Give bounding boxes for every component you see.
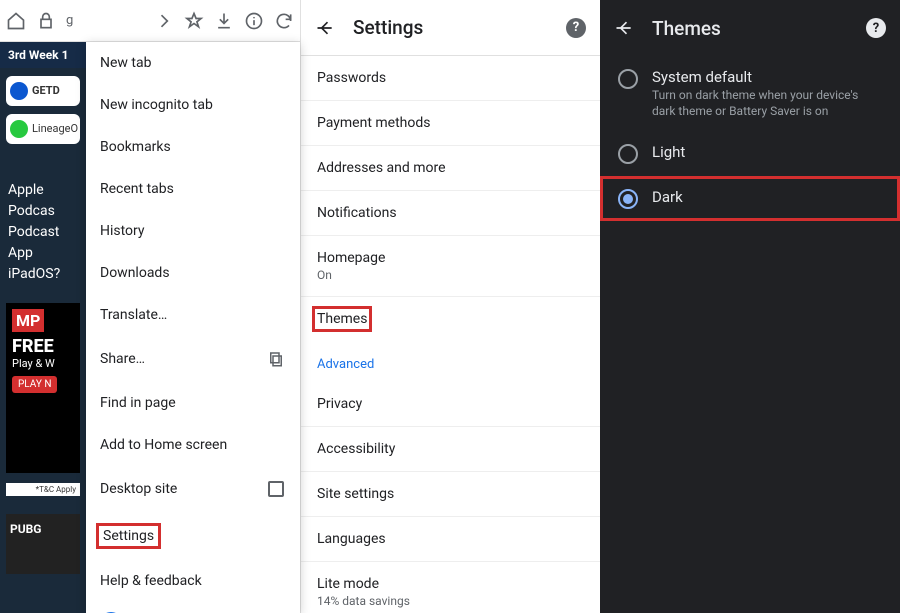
help-icon[interactable]: ? [866, 18, 886, 38]
browser-panel: g 3rd Week 1 GETD LineageO Apple Podcas … [0, 0, 300, 613]
banner-week: 3rd Week 1 [0, 42, 86, 68]
theme-dark[interactable]: Dark [600, 176, 900, 221]
settings-notifications[interactable]: Notifications [301, 191, 600, 236]
settings-header: Settings ? [301, 0, 600, 56]
highlight-themes: Themes [317, 311, 367, 327]
menu-recent-tabs[interactable]: Recent tabs [86, 168, 300, 210]
radio-unselected[interactable] [618, 144, 638, 164]
settings-passwords[interactable]: Passwords [301, 56, 600, 101]
reload-icon[interactable] [274, 11, 294, 31]
star-icon[interactable] [184, 11, 204, 31]
menu-downloads[interactable]: Downloads [86, 252, 300, 294]
settings-themes[interactable]: Themes [301, 297, 600, 341]
forward-icon[interactable] [154, 11, 174, 31]
menu-settings[interactable]: Settings [86, 512, 300, 560]
menu-help[interactable]: Help & feedback [86, 560, 300, 602]
settings-lite-mode[interactable]: Lite mode14% data savings [301, 562, 600, 613]
info-icon[interactable] [244, 11, 264, 31]
theme-system-default[interactable]: System default Turn on dark theme when y… [600, 56, 900, 131]
settings-languages[interactable]: Languages [301, 517, 600, 562]
menu-data-saved[interactable]: 352 MB saved since May 30 [86, 602, 300, 613]
settings-advanced-header: Advanced [301, 341, 600, 382]
menu-incognito[interactable]: New incognito tab [86, 84, 300, 126]
settings-payment[interactable]: Payment methods [301, 101, 600, 146]
settings-addresses[interactable]: Addresses and more [301, 146, 600, 191]
settings-site[interactable]: Site settings [301, 472, 600, 517]
overflow-menu: New tab New incognito tab Bookmarks Rece… [86, 42, 300, 613]
back-icon[interactable] [614, 18, 634, 38]
card-lineage: LineageO [6, 114, 80, 144]
themes-title: Themes [652, 17, 848, 40]
home-icon[interactable] [6, 11, 26, 31]
menu-find[interactable]: Find in page [86, 382, 300, 424]
menu-share[interactable]: Share… [86, 336, 300, 382]
browser-toolbar: g [0, 0, 300, 42]
settings-accessibility[interactable]: Accessibility [301, 427, 600, 472]
menu-desktop-site[interactable]: Desktop site [86, 466, 300, 512]
ad-tc: *T&C Apply [6, 483, 80, 496]
help-icon[interactable]: ? [566, 18, 586, 38]
desktop-checkbox[interactable] [266, 479, 286, 499]
highlight-settings: Settings [96, 523, 161, 549]
settings-list: Passwords Payment methods Addresses and … [301, 56, 600, 613]
back-icon[interactable] [315, 18, 335, 38]
menu-history[interactable]: History [86, 210, 300, 252]
themes-header: Themes ? [600, 0, 900, 56]
page-underlay: 3rd Week 1 GETD LineageO Apple Podcas Po… [0, 42, 86, 613]
radio-selected[interactable] [618, 189, 638, 209]
settings-homepage[interactable]: HomepageOn [301, 236, 600, 297]
ad-mp: MP FREE Play & W PLAY N [6, 303, 80, 473]
ad-pubg: PUBG [6, 514, 80, 574]
lock-icon [36, 11, 56, 31]
settings-title: Settings [353, 16, 548, 39]
settings-panel: Settings ? Passwords Payment methods Add… [300, 0, 600, 613]
menu-new-tab[interactable]: New tab [86, 42, 300, 84]
theme-light[interactable]: Light [600, 131, 900, 176]
menu-add-home[interactable]: Add to Home screen [86, 424, 300, 466]
menu-translate[interactable]: Translate… [86, 294, 300, 336]
download-icon[interactable] [214, 11, 234, 31]
settings-privacy[interactable]: Privacy [301, 382, 600, 427]
article-snippet: Apple Podcas Podcast App iPadOS? [0, 152, 86, 293]
themes-panel: Themes ? System default Turn on dark the… [600, 0, 900, 613]
menu-bookmarks[interactable]: Bookmarks [86, 126, 300, 168]
radio-unselected[interactable] [618, 69, 638, 89]
copy-icon [266, 349, 286, 369]
url-fragment: g [66, 13, 73, 28]
card-getd: GETD [6, 76, 80, 106]
